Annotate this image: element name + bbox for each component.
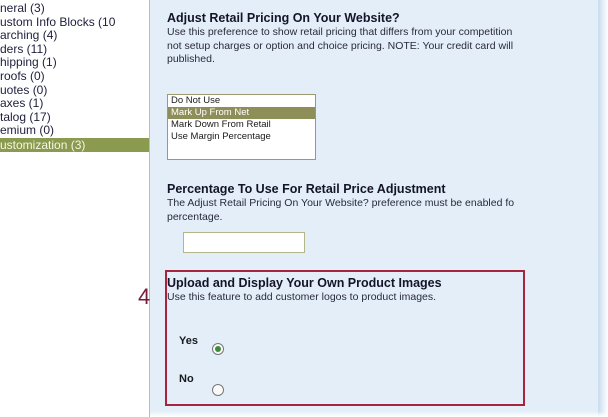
- step-number: 4: [138, 284, 151, 309]
- bottom-edge-fade: [150, 411, 608, 417]
- sidebar-item-shipping[interactable]: hipping (1): [0, 56, 149, 70]
- percentage-description-line-1: The Adjust Retail Pricing On Your Websit…: [167, 197, 515, 209]
- sidebar-item-catalog[interactable]: talog (17): [0, 110, 149, 125]
- sidebar-item-orders[interactable]: ders (11): [0, 42, 149, 57]
- listbox-option-mark-down-from-retail[interactable]: Mark Down From Retail: [168, 119, 315, 131]
- retail-pricing-description-line-1: Use this preference to show retail prici…: [167, 26, 513, 38]
- right-edge-fade: [598, 0, 608, 417]
- percentage-description-line-2: percentage.: [167, 210, 223, 223]
- listbox-option-do-not-use[interactable]: Do Not Use: [168, 95, 315, 107]
- retail-pricing-description-line-2: not setup charges or option and choice p…: [167, 39, 514, 52]
- listbox-option-use-margin-percentage[interactable]: Use Margin Percentage: [168, 131, 315, 143]
- sidebar-item-general[interactable]: neral (3): [0, 1, 149, 16]
- sidebar-menu: neral (3) ustom Info Blocks (10 arching …: [0, 1, 149, 152]
- retail-pricing-description-line-3: published.: [167, 53, 215, 65]
- retail-pricing-listbox[interactable]: Do Not Use Mark Up From Net Mark Down Fr…: [167, 94, 316, 160]
- sidebar: neral (3) ustom Info Blocks (10 arching …: [0, 0, 149, 417]
- sidebar-item-custom-info-blocks[interactable]: ustom Info Blocks (10: [0, 15, 149, 30]
- sidebar-item-quotes[interactable]: uotes (0): [0, 83, 149, 98]
- percentage-heading: Percentage To Use For Retail Price Adjus…: [167, 182, 446, 196]
- listbox-option-mark-up-from-net[interactable]: Mark Up From Net: [168, 107, 315, 119]
- sidebar-item-premium[interactable]: emium (0): [0, 124, 149, 138]
- retail-pricing-heading: Adjust Retail Pricing On Your Website?: [167, 11, 400, 25]
- highlight-box: [165, 270, 525, 406]
- sidebar-item-taxes[interactable]: axes (1): [0, 97, 149, 111]
- sidebar-item-customization[interactable]: ustomization (3): [0, 137, 149, 152]
- sidebar-item-proofs[interactable]: roofs (0): [0, 69, 149, 84]
- sidebar-item-searching[interactable]: arching (4): [0, 29, 149, 43]
- percentage-input[interactable]: [183, 232, 305, 253]
